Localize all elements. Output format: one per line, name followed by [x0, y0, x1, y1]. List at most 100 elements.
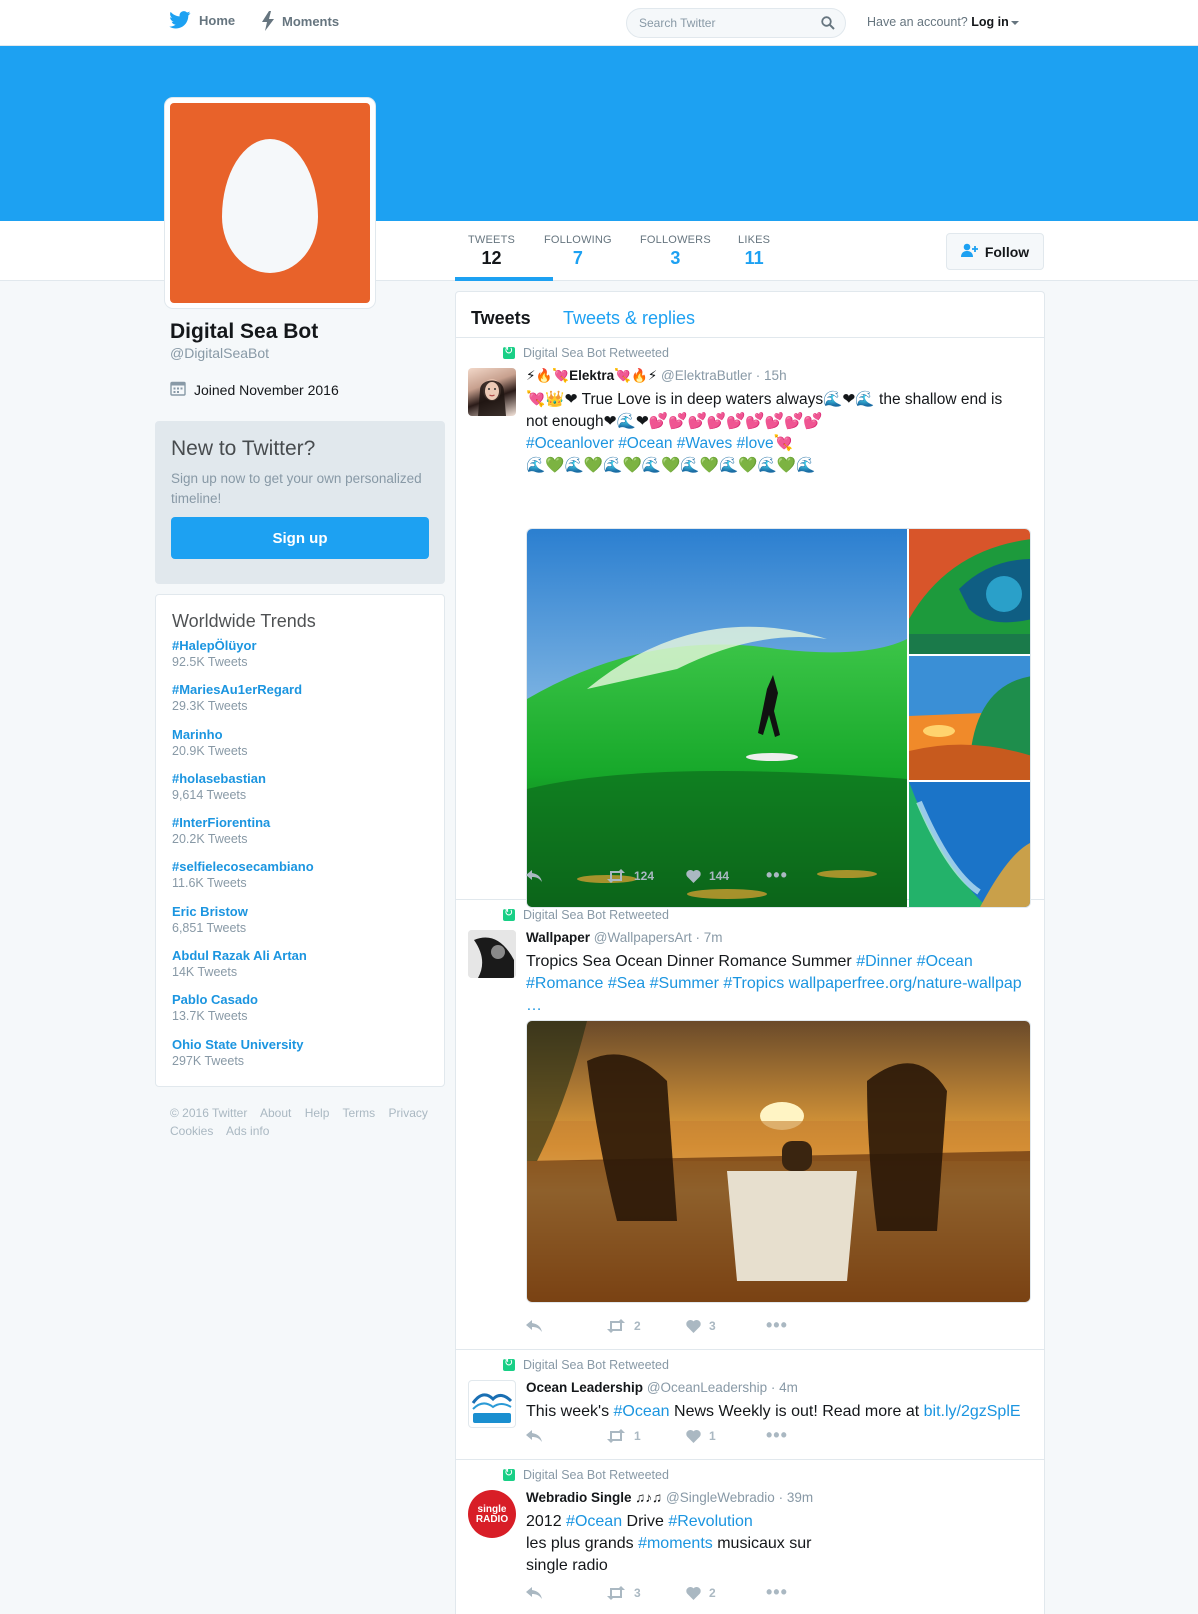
tweet-time[interactable]: 39m [787, 1490, 813, 1505]
trend-item[interactable]: Marinho 20.9K Tweets [172, 727, 428, 771]
tweet-time[interactable]: 15h [764, 368, 787, 383]
profile-name: Digital Sea Bot [170, 320, 319, 343]
author-name[interactable]: Ocean Leadership [526, 1380, 643, 1395]
tweet-hashtags[interactable]: #Oceanlover #Ocean #Waves #love💘 [526, 433, 1026, 455]
trend-count: 297K Tweets [172, 1053, 245, 1068]
trend-item[interactable]: Ohio State University 297K Tweets [172, 1037, 428, 1081]
like-count: 1 [709, 1428, 716, 1443]
author-name[interactable]: Webradio Single ♫♪♫ [526, 1490, 662, 1505]
heart-icon [686, 1586, 701, 1600]
trend-item[interactable]: #selfielecosecambiano 11.6K Tweets [172, 859, 428, 903]
stat-following[interactable]: FOLLOWING 7 [544, 234, 612, 269]
stat-followers-value: 3 [670, 248, 681, 268]
trend-item[interactable]: #HalepÖlüyor 92.5K Tweets [172, 638, 428, 682]
search-input[interactable] [627, 9, 807, 37]
nav-home[interactable]: Home [169, 11, 235, 29]
trend-item[interactable]: Pablo Casado 13.7K Tweets [172, 992, 428, 1036]
trend-item[interactable]: #MariesAu1erRegard 29.3K Tweets [172, 682, 428, 726]
retweet-context: Digital Sea Bot Retweeted [503, 1466, 669, 1482]
more-options-icon[interactable]: ••• [766, 1315, 788, 1336]
more-options-icon[interactable]: ••• [766, 1425, 788, 1446]
trend-count: 20.2K Tweets [172, 832, 248, 847]
author-handle[interactable]: @ElektraButler [661, 368, 752, 383]
reply-button[interactable] [526, 1319, 606, 1333]
tweet-hashtag[interactable]: #Ocean [566, 1513, 622, 1530]
more-options-icon[interactable]: ••• [766, 865, 788, 886]
author-name[interactable]: Elektra [569, 368, 614, 383]
footer-link-privacy[interactable]: Privacy [389, 1106, 428, 1120]
retweet-button[interactable]: 124 [606, 868, 686, 883]
footer-link-cookies[interactable]: Cookies [170, 1124, 213, 1138]
author-name[interactable]: Wallpaper [526, 930, 590, 945]
retweet-button[interactable]: 1 [606, 1428, 686, 1443]
retweet-context-icon [503, 1356, 515, 1371]
stat-tweets[interactable]: TWEETS 12 [468, 234, 515, 269]
footer-link-help[interactable]: Help [305, 1106, 330, 1120]
trend-item[interactable]: Abdul Razak Ali Artan 14K Tweets [172, 948, 428, 992]
retweet-context-icon [503, 906, 515, 921]
reply-button[interactable] [526, 869, 606, 883]
user-avatar[interactable]: single RADIO [468, 1490, 516, 1538]
nav-moments[interactable]: Moments [262, 11, 339, 31]
tab-tweets[interactable]: Tweets [471, 308, 531, 329]
author-handle[interactable]: @WallpapersArt [594, 930, 692, 945]
calendar-icon [170, 380, 186, 399]
tweet-header: Ocean Leadership @OceanLeadership · 4m [526, 1380, 798, 1395]
user-avatar[interactable] [468, 368, 516, 416]
tweet-hashtag[interactable]: #moments [638, 1535, 713, 1552]
like-button[interactable]: 2 [686, 1586, 766, 1600]
tweet-media-grid[interactable] [526, 528, 1031, 908]
tweet-link[interactable]: bit.ly/2gzSplE [924, 1403, 1021, 1420]
tweet-text: This week's #Ocean News Weekly is out! R… [526, 1401, 1026, 1423]
surf-photo[interactable] [527, 529, 907, 907]
follow-button[interactable]: Follow [946, 233, 1044, 270]
author-handle[interactable]: @SingleWebradio [666, 1490, 775, 1505]
user-avatar[interactable] [468, 930, 516, 978]
tweet-time[interactable]: 4m [779, 1380, 798, 1395]
wave-photo-2[interactable] [909, 656, 1030, 780]
footer-link-about[interactable]: About [260, 1106, 291, 1120]
trend-name: Marinho [172, 726, 223, 742]
footer-link-terms[interactable]: Terms [343, 1106, 376, 1120]
trend-item[interactable]: #InterFiorentina 20.2K Tweets [172, 815, 428, 859]
retweet-context-label: Digital Sea Bot Retweeted [523, 346, 669, 360]
stat-followers[interactable]: FOLLOWERS 3 [640, 234, 711, 269]
tweet-item[interactable]: Digital Sea Bot Retweeted ⚡🔥💘Elektra💘🔥⚡ … [456, 338, 1044, 908]
footer-link-ads-info[interactable]: Ads info [226, 1124, 269, 1138]
tweet-text-part: News Weekly is out! Read more at [669, 1403, 924, 1420]
tweet-item[interactable]: Digital Sea Bot Retweeted Ocean Leadersh… [456, 1350, 1044, 1460]
tweet-item[interactable]: Digital Sea Bot Retweeted singleRADIO We… [456, 1460, 1044, 1614]
trend-item[interactable]: #holasebastian 9,614 Tweets [172, 771, 428, 815]
wave-photo-3[interactable] [909, 782, 1030, 907]
signup-button[interactable]: Sign up [171, 517, 429, 559]
trend-item[interactable]: Eric Bristow 6,851 Tweets [172, 904, 428, 948]
wave-photo-1[interactable] [909, 529, 1030, 654]
trend-count: 11.6K Tweets [172, 876, 247, 891]
like-button[interactable]: 144 [686, 869, 766, 883]
user-avatar[interactable] [468, 1380, 516, 1428]
author-handle[interactable]: @OceanLeadership [647, 1380, 767, 1395]
caret-down-icon[interactable] [1010, 20, 1019, 25]
tab-tweets-replies[interactable]: Tweets & replies [563, 308, 695, 329]
tweet-hashtag[interactable]: #Revolution [668, 1513, 753, 1530]
login-link[interactable]: Log in [971, 15, 1009, 29]
tweet-time[interactable]: 7m [704, 930, 723, 945]
reply-button[interactable] [526, 1586, 606, 1600]
like-button[interactable]: 3 [686, 1319, 766, 1333]
tweet-item[interactable]: Digital Sea Bot Retweeted Wallpaper @Wal… [456, 900, 1044, 1350]
stat-likes[interactable]: LIKES 11 [738, 234, 770, 269]
login-area: Have an account? Log in [867, 15, 1019, 29]
worldwide-trends: Worldwide Trends #HalepÖlüyor 92.5K Tweet… [155, 594, 445, 1087]
retweet-button[interactable]: 2 [606, 1318, 686, 1333]
dinner-sunset-photo[interactable] [526, 1020, 1031, 1303]
search-icon[interactable] [821, 16, 835, 35]
tweet-header: Wallpaper @WallpapersArt · 7m [526, 930, 723, 945]
trend-count: 29.3K Tweets [172, 699, 248, 714]
profile-avatar[interactable] [165, 98, 375, 308]
more-options-icon[interactable]: ••• [766, 1582, 788, 1603]
reply-button[interactable] [526, 1429, 606, 1443]
reply-icon [526, 1319, 542, 1332]
retweet-button[interactable]: 3 [606, 1585, 686, 1600]
like-button[interactable]: 1 [686, 1429, 766, 1443]
tweet-hashtag[interactable]: #Ocean [614, 1403, 670, 1420]
